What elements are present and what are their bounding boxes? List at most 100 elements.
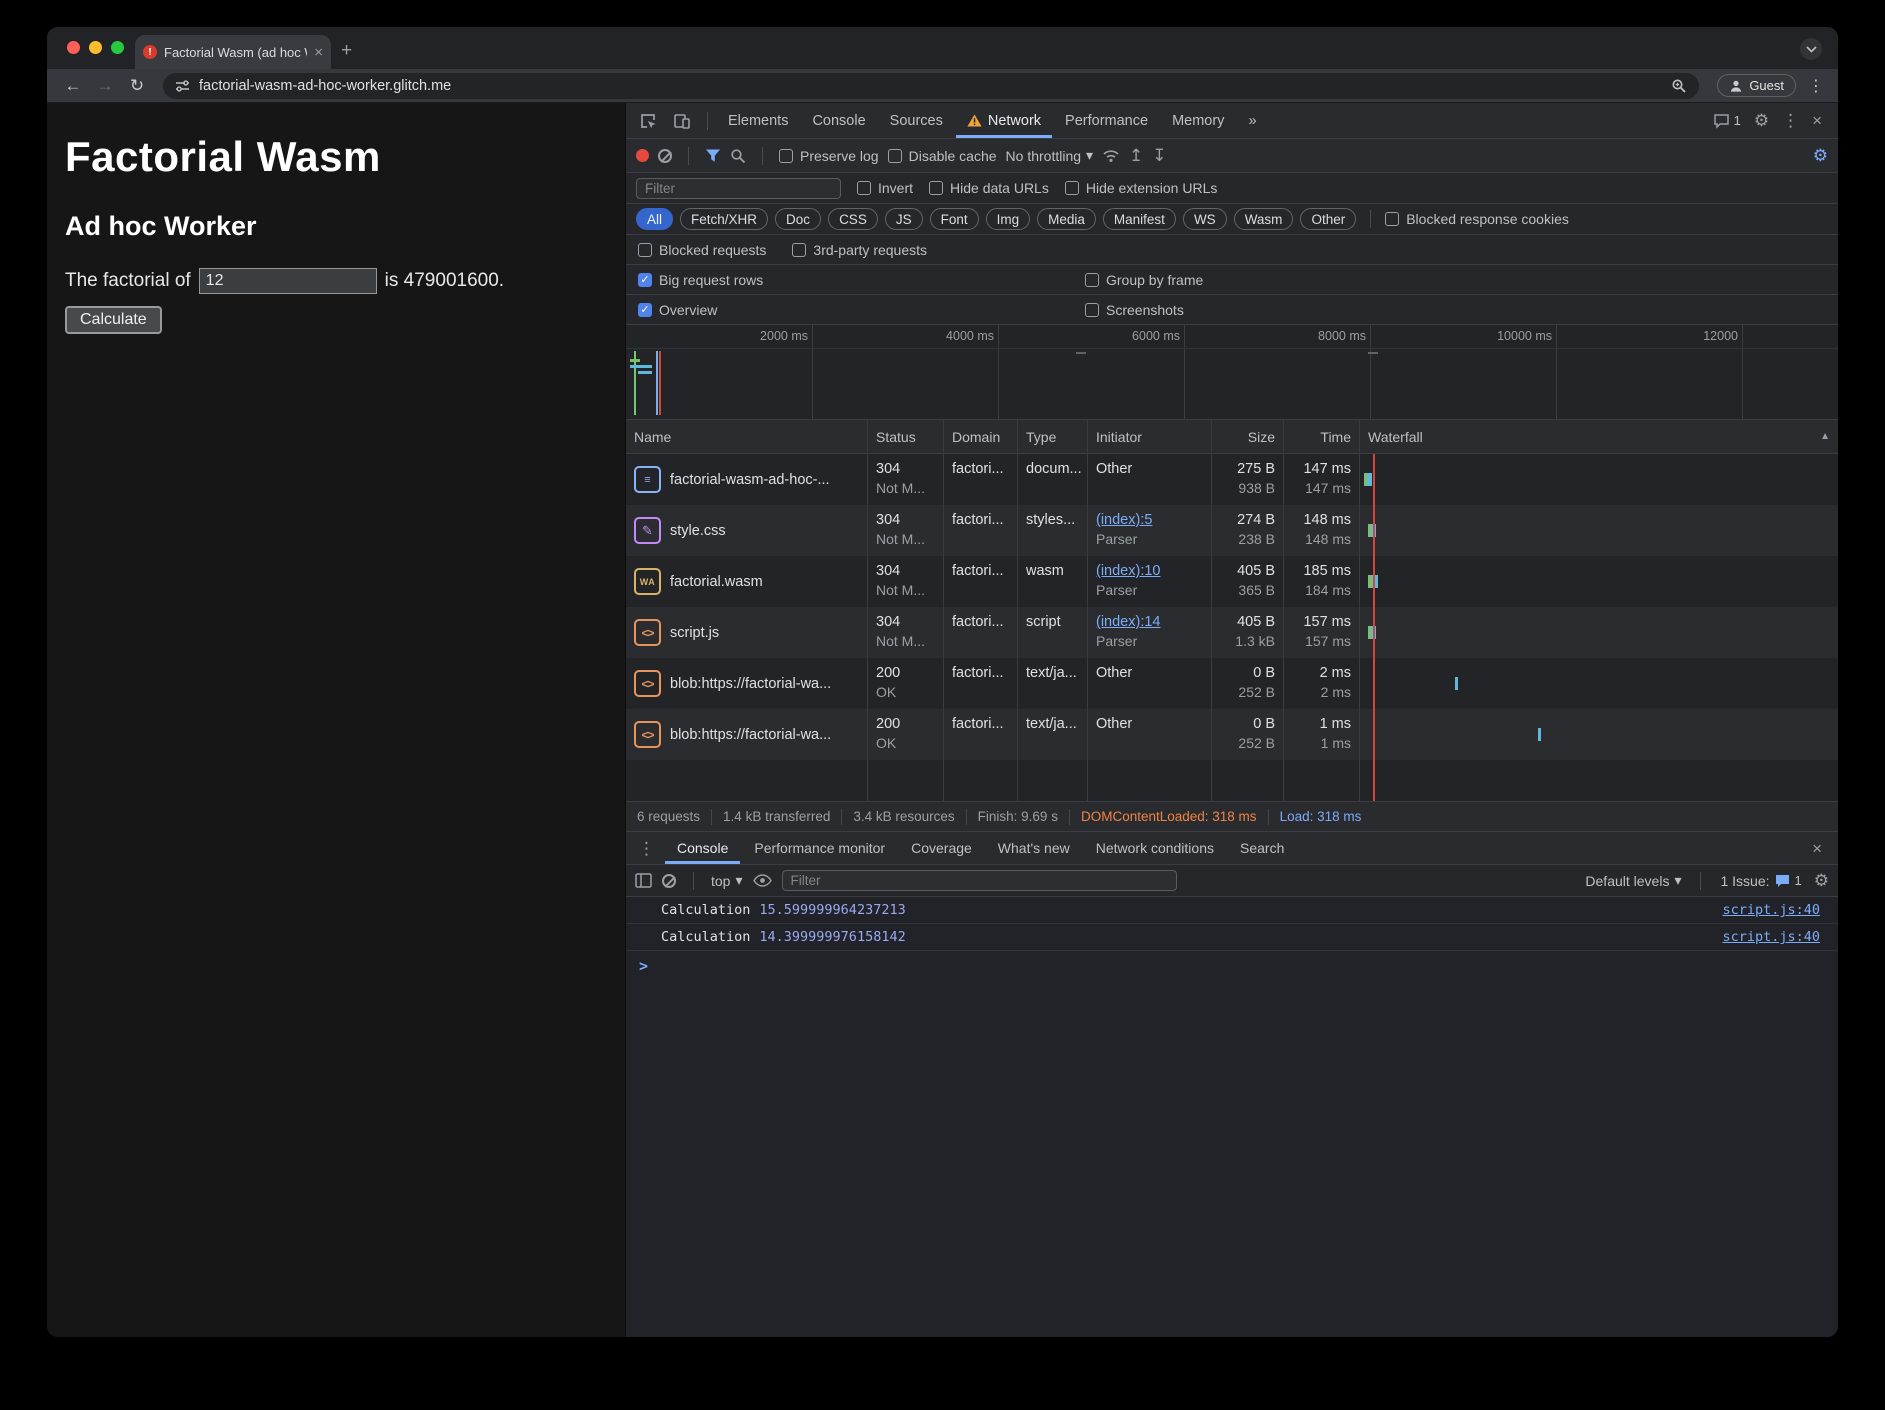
blocked-response-cookies-checkbox[interactable]: Blocked response cookies bbox=[1385, 211, 1569, 227]
eye-icon[interactable] bbox=[753, 874, 772, 887]
tab-memory[interactable]: Memory bbox=[1161, 103, 1235, 138]
chip-font[interactable]: Font bbox=[930, 208, 979, 230]
devtools-menu-icon[interactable]: ⋮ bbox=[1782, 112, 1799, 129]
tab-elements[interactable]: Elements bbox=[717, 103, 799, 138]
console-message[interactable]: Calculation 15.599999964237213 script.js… bbox=[626, 897, 1838, 924]
column-header-domain[interactable]: Domain bbox=[944, 420, 1018, 453]
browser-tab[interactable]: ! Factorial Wasm (ad hoc Worl × bbox=[135, 35, 331, 69]
preserve-log-checkbox[interactable]: Preserve log bbox=[779, 148, 879, 164]
drawer-menu-icon[interactable]: ⋮ bbox=[630, 840, 663, 857]
network-conditions-icon[interactable] bbox=[1102, 148, 1120, 163]
column-header-time[interactable]: Time bbox=[1284, 420, 1360, 453]
chip-manifest[interactable]: Manifest bbox=[1103, 208, 1176, 230]
source-link[interactable]: script.js:40 bbox=[1722, 902, 1820, 918]
chip-img[interactable]: Img bbox=[986, 208, 1031, 230]
network-filter-input[interactable] bbox=[636, 178, 841, 199]
import-har-icon[interactable]: ↥ bbox=[1129, 147, 1143, 164]
screenshots-checkbox[interactable]: Screenshots bbox=[1085, 302, 1184, 318]
profile-badge[interactable]: Guest bbox=[1717, 74, 1796, 97]
third-party-requests-checkbox[interactable]: 3rd-party requests bbox=[792, 242, 927, 258]
table-row[interactable]: <>blob:https://factorial-wa... 200OK fac… bbox=[626, 658, 1838, 709]
chip-all[interactable]: All bbox=[636, 208, 673, 230]
chip-other[interactable]: Other bbox=[1300, 208, 1356, 230]
console-prompt[interactable]: > bbox=[626, 951, 1838, 975]
calculate-button[interactable]: Calculate bbox=[65, 306, 162, 334]
table-row[interactable]: WAfactorial.wasm 304Not M... factori... … bbox=[626, 556, 1838, 607]
tab-search-button[interactable] bbox=[1800, 38, 1822, 60]
forward-button[interactable]: → bbox=[91, 76, 119, 96]
close-devtools-icon[interactable]: × bbox=[1812, 112, 1822, 129]
chip-wasm[interactable]: Wasm bbox=[1234, 208, 1294, 230]
chip-doc[interactable]: Doc bbox=[775, 208, 821, 230]
minimize-window-button[interactable] bbox=[89, 41, 102, 54]
zoom-icon[interactable] bbox=[1671, 78, 1687, 94]
factorial-input[interactable] bbox=[199, 268, 377, 294]
drawer-tab-console[interactable]: Console bbox=[665, 832, 740, 864]
more-tabs-button[interactable]: » bbox=[1237, 103, 1267, 138]
drawer-tab-whats-new[interactable]: What's new bbox=[986, 832, 1082, 864]
record-network-log-button[interactable] bbox=[636, 149, 649, 162]
drawer-tab-performance-monitor[interactable]: Performance monitor bbox=[742, 832, 897, 864]
settings-gear-icon[interactable]: ⚙ bbox=[1754, 112, 1769, 129]
table-row[interactable]: <>blob:https://factorial-wa... 200OK fac… bbox=[626, 709, 1838, 760]
zoom-window-button[interactable] bbox=[111, 41, 124, 54]
close-window-button[interactable] bbox=[67, 41, 80, 54]
chip-js[interactable]: JS bbox=[885, 208, 923, 230]
clear-network-log-icon[interactable] bbox=[658, 149, 672, 163]
search-icon[interactable] bbox=[730, 148, 746, 164]
console-message[interactable]: Calculation 14.399999976158142 script.js… bbox=[626, 924, 1838, 951]
table-row[interactable]: <>script.js 304Not M... factori... scrip… bbox=[626, 607, 1838, 658]
tab-network[interactable]: Network bbox=[956, 103, 1052, 138]
log-levels-dropdown[interactable]: Default levels▾ bbox=[1585, 872, 1681, 889]
issues-button[interactable]: 1 Issue: 1 bbox=[1720, 873, 1801, 889]
tab-performance[interactable]: Performance bbox=[1054, 103, 1159, 138]
initiator-link[interactable]: (index):14 bbox=[1096, 613, 1203, 632]
inspect-element-icon[interactable] bbox=[632, 112, 664, 130]
url-bar[interactable]: factorial-wasm-ad-hoc-worker.glitch.me bbox=[163, 73, 1699, 99]
hide-data-urls-checkbox[interactable]: Hide data URLs bbox=[929, 180, 1049, 196]
invert-checkbox[interactable]: Invert bbox=[857, 180, 913, 196]
console-sidebar-icon[interactable] bbox=[635, 873, 652, 888]
tab-console[interactable]: Console bbox=[801, 103, 876, 138]
issues-counter-button[interactable]: 1 bbox=[1713, 113, 1741, 129]
filter-funnel-icon[interactable] bbox=[705, 148, 721, 163]
chip-css[interactable]: CSS bbox=[828, 208, 878, 230]
chip-media[interactable]: Media bbox=[1037, 208, 1096, 230]
source-link[interactable]: script.js:40 bbox=[1722, 929, 1820, 945]
console-filter-input[interactable] bbox=[782, 870, 1177, 891]
close-drawer-icon[interactable]: × bbox=[1800, 840, 1834, 857]
drawer-tab-search[interactable]: Search bbox=[1228, 832, 1296, 864]
device-toolbar-icon[interactable] bbox=[666, 112, 698, 130]
network-settings-gear-icon[interactable]: ⚙ bbox=[1813, 147, 1828, 164]
drawer-tab-coverage[interactable]: Coverage bbox=[899, 832, 984, 864]
table-row[interactable]: ✎style.css 304Not M... factori... styles… bbox=[626, 505, 1838, 556]
big-request-rows-checkbox[interactable]: ✓Big request rows bbox=[638, 272, 763, 288]
overview-checkbox[interactable]: ✓Overview bbox=[638, 302, 717, 318]
disable-cache-checkbox[interactable]: Disable cache bbox=[888, 148, 997, 164]
browser-menu-button[interactable]: ⋮ bbox=[1806, 76, 1826, 96]
chip-ws[interactable]: WS bbox=[1183, 208, 1227, 230]
group-by-frame-checkbox[interactable]: Group by frame bbox=[1085, 272, 1203, 288]
column-header-type[interactable]: Type bbox=[1018, 420, 1088, 453]
tab-close-icon[interactable]: × bbox=[314, 44, 323, 61]
console-settings-gear-icon[interactable]: ⚙ bbox=[1814, 872, 1829, 889]
export-har-icon[interactable]: ↧ bbox=[1152, 147, 1166, 164]
table-row[interactable]: ≡factorial-wasm-ad-hoc-... 304Not M... f… bbox=[626, 454, 1838, 505]
network-overview-timeline[interactable]: 2000 ms 4000 ms 6000 ms 8000 ms 10000 ms… bbox=[626, 325, 1838, 420]
column-header-initiator[interactable]: Initiator bbox=[1088, 420, 1212, 453]
column-header-waterfall[interactable]: Waterfall ▲ bbox=[1360, 420, 1838, 453]
column-header-status[interactable]: Status bbox=[868, 420, 944, 453]
throttling-dropdown[interactable]: No throttling▾ bbox=[1006, 147, 1094, 164]
reload-button[interactable]: ↻ bbox=[123, 76, 151, 96]
initiator-link[interactable]: (index):10 bbox=[1096, 562, 1203, 581]
initiator-link[interactable]: (index):5 bbox=[1096, 511, 1203, 530]
chip-fetch-xhr[interactable]: Fetch/XHR bbox=[680, 208, 768, 230]
tab-sources[interactable]: Sources bbox=[879, 103, 954, 138]
site-settings-icon[interactable] bbox=[175, 79, 190, 93]
column-header-size[interactable]: Size bbox=[1212, 420, 1284, 453]
clear-console-icon[interactable] bbox=[662, 874, 676, 888]
drawer-tab-network-conditions[interactable]: Network conditions bbox=[1084, 832, 1226, 864]
blocked-requests-checkbox[interactable]: Blocked requests bbox=[638, 242, 766, 258]
new-tab-button[interactable]: + bbox=[341, 40, 352, 62]
hide-extension-urls-checkbox[interactable]: Hide extension URLs bbox=[1065, 180, 1218, 196]
